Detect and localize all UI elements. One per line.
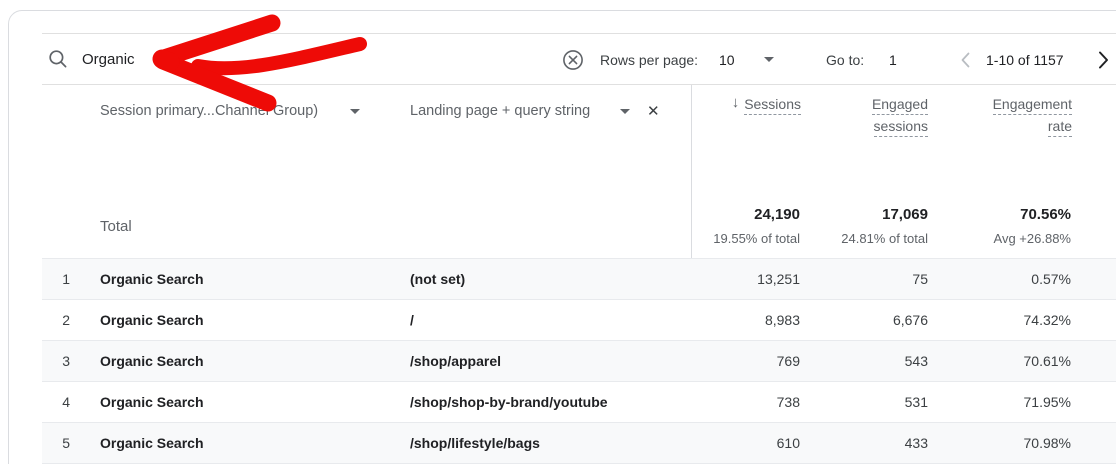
total-engaged-share: 24.81% of total [841,231,928,246]
engaged-header-line1[interactable]: Engaged [871,97,928,115]
total-engaged-sessions: 17,069 24.81% of total [798,206,928,246]
previous-page-icon[interactable] [956,50,976,70]
go-to-input[interactable]: 1 [889,52,897,68]
rate-cell: 71.95% [1023,394,1071,410]
next-page-icon[interactable] [1092,49,1114,71]
sessions-header-label[interactable]: Sessions [744,97,801,115]
table-row: 2 Organic Search / 8,983 6,676 74.32% [42,300,1116,341]
rate-cell: 70.61% [1023,353,1071,369]
channel-cell: Organic Search [100,271,204,287]
go-to-label: Go to: [826,52,865,68]
row-index: 3 [62,353,70,369]
table-row: 4 Organic Search /shop/shop-by-brand/you… [42,382,1116,423]
sessions-cell: 738 [776,394,800,410]
landing-page-cell: / [410,312,414,328]
table-row: 5 Organic Search /shop/lifestyle/bags 61… [42,423,1116,464]
row-index: 1 [62,271,70,287]
engaged-cell: 75 [912,271,928,287]
engaged-header-line2[interactable]: sessions [873,119,928,137]
sort-descending-icon[interactable]: ↓ [732,94,740,111]
table-body: 1 Organic Search (not set) 13,251 75 0.5… [42,258,1116,464]
rows-per-page-value[interactable]: 10 [719,52,735,68]
rate-cell: 70.98% [1023,435,1071,451]
total-rate-value: 70.56% [1020,206,1071,223]
pagination-range: 1-10 of 1157 [986,52,1064,68]
total-label: Total [100,218,132,235]
toolbar-bottom-border [42,84,1116,85]
channel-cell: Organic Search [100,394,204,410]
column-header-engaged-sessions[interactable]: Engaged sessions [871,97,928,137]
channel-cell: Organic Search [100,353,204,369]
sessions-cell: 8,983 [764,312,800,328]
remove-landing-column-icon[interactable]: ✕ [647,102,660,120]
total-engaged-value: 17,069 [882,206,928,223]
landing-page-cell: /shop/shop-by-brand/youtube [410,394,608,410]
channel-cell: Organic Search [100,312,204,328]
engaged-cell: 433 [904,435,928,451]
toolbar-top-border [42,33,1116,34]
landing-page-cell: (not set) [410,271,466,287]
search-icon [48,49,68,69]
row-index: 2 [62,312,70,328]
rate-header-line1[interactable]: Engagement [992,97,1072,115]
channel-cell: Organic Search [100,435,204,451]
engaged-cell: 531 [904,394,928,410]
column-header-channel[interactable]: Session primary...Channel Group) [100,103,318,119]
rows-per-page-label: Rows per page: [600,52,699,68]
sessions-cell: 769 [776,353,800,369]
total-sessions: 24,190 19.55% of total [670,206,800,246]
rate-cell: 74.32% [1023,312,1071,328]
row-index: 4 [62,394,70,410]
column-header-sessions[interactable]: ↓ Sessions [732,94,801,115]
sessions-cell: 610 [776,435,800,451]
analytics-report-table: Organic Rows per page: 10 Go to: 1 1-10 … [0,0,1116,464]
row-index: 5 [62,435,70,451]
rows-per-page-caret-icon[interactable] [764,57,774,62]
column-header-engagement-rate[interactable]: Engagement rate [992,97,1072,137]
rate-cell: 0.57% [1031,271,1071,287]
rate-header-line2[interactable]: rate [1047,119,1072,137]
clear-search-icon[interactable] [562,49,584,71]
sessions-cell: 13,251 [757,271,800,287]
total-sessions-share: 19.55% of total [713,231,800,246]
engaged-cell: 543 [904,353,928,369]
total-engagement-rate: 70.56% Avg +26.88% [941,206,1071,246]
search-input[interactable]: Organic [82,51,135,68]
table-row: 1 Organic Search (not set) 13,251 75 0.5… [42,259,1116,300]
total-sessions-value: 24,190 [754,206,800,223]
engaged-cell: 6,676 [892,312,928,328]
landing-page-cell: /shop/apparel [410,353,502,369]
total-rate-avg: Avg +26.88% [993,231,1071,246]
column-header-landing-page[interactable]: Landing page + query string [410,103,590,119]
landing-page-cell: /shop/lifestyle/bags [410,435,540,451]
landing-column-caret-icon[interactable] [620,109,630,114]
table-row: 3 Organic Search /shop/apparel 769 543 7… [42,341,1116,382]
channel-column-caret-icon[interactable] [350,109,360,114]
